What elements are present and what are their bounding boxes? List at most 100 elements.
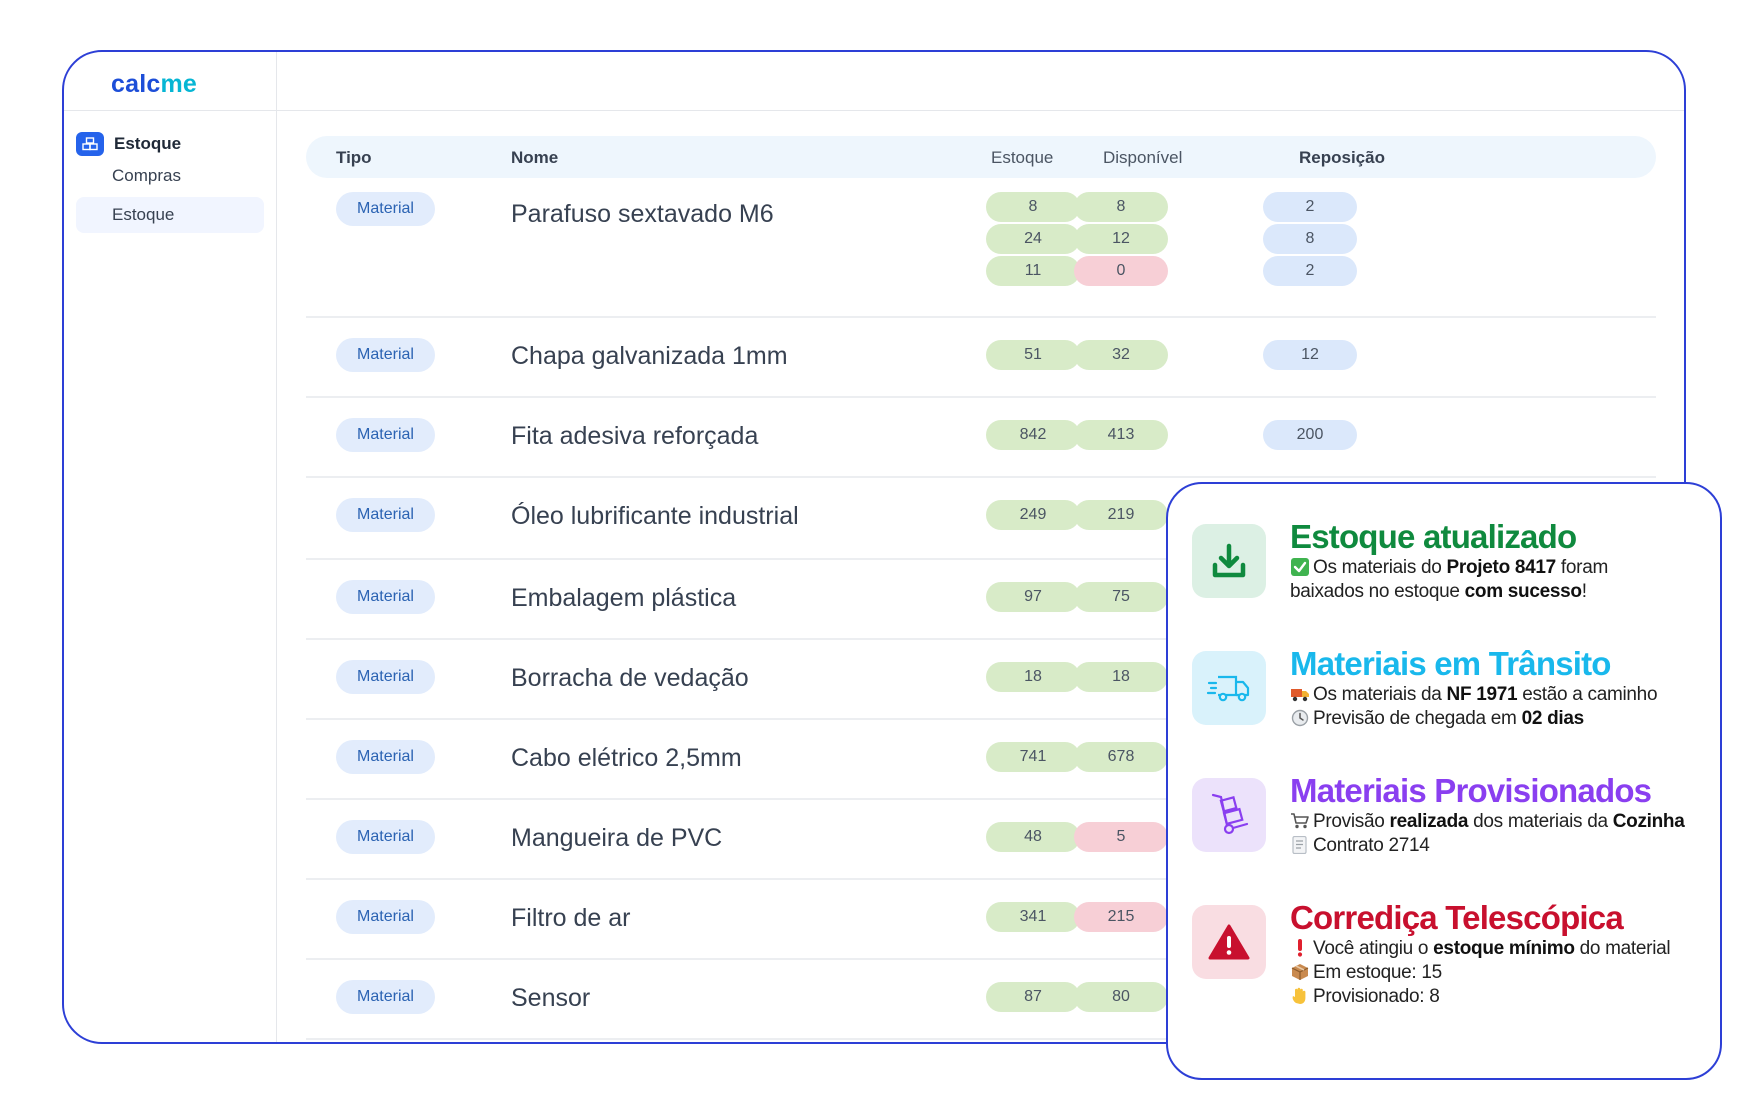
material-name[interactable]: Cabo elétrico 2,5mm [511,744,742,773]
download-icon [1192,524,1266,598]
hand-icon [1290,986,1313,1007]
disponivel-value: 80 [1074,982,1168,1012]
disponivel-value: 18 [1074,662,1168,692]
notification-text: do material [1574,938,1671,959]
column-header-nome[interactable]: Nome [511,148,558,168]
disponivel-value: 215 [1074,902,1168,932]
notification-line: Em estoque: 15 [1290,961,1720,985]
highlight-text: NF 1971 [1446,684,1518,705]
column-header-disponivel[interactable]: Disponível [1103,148,1182,168]
notification-line: Previsão de chegada em 02 dias [1290,707,1720,731]
estoque-value: 8 [986,192,1080,222]
notification-title: Estoque atualizado [1290,518,1577,555]
highlight-text: estoque mínimo [1433,938,1575,959]
material-name[interactable]: Parafuso sextavado M6 [511,200,774,229]
notification-line: Você atingiu o estoque mínimo do materia… [1290,937,1720,961]
column-header-estoque[interactable]: Estoque [991,148,1053,168]
estoque-value: 97 [986,582,1080,612]
tipo-badge: Material [336,900,435,934]
material-name[interactable]: Óleo lubrificante industrial [511,502,799,531]
sidebar-divider [64,110,276,111]
material-name[interactable]: Chapa galvanizada 1mm [511,342,788,371]
notification-line: baixados no estoque com sucesso! [1290,580,1720,604]
disponivel-value: 8 [1074,192,1168,222]
notification-text: Os materiais da [1313,684,1447,705]
notifications-panel: Estoque atualizado Os materiais do Projet… [1166,482,1722,1080]
estoque-value: 741 [986,742,1080,772]
tipo-badge: Material [336,192,435,226]
highlight-text: realizada [1389,811,1469,832]
estoque-value: 24 [986,224,1080,254]
disponivel-value: 32 [1074,340,1168,370]
disponivel-value: 75 [1074,582,1168,612]
material-name[interactable]: Sensor [511,984,590,1013]
reposicao-value: 2 [1263,192,1357,222]
material-name[interactable]: Embalagem plástica [511,584,736,613]
sidebar-group-label: Estoque [114,134,182,153]
notification-text: ! [1581,581,1587,602]
truck-icon [1192,651,1266,725]
notification-text: Contrato 2714 [1313,835,1430,856]
sidebar-item-estoque[interactable]: Estoque [76,197,264,233]
notification-line: Contrato 2714 [1290,834,1720,858]
highlight-text: Cozinha [1612,811,1685,832]
sidebar-item-compras[interactable]: Compras [76,158,264,194]
notification-line: Provisionado: 8 [1290,985,1720,1009]
reposicao-value: 8 [1263,224,1357,254]
notification-line: Os materiais da NF 1971 estão a caminho [1290,683,1720,707]
estoque-value: 11 [986,256,1080,286]
boxes-icon [76,132,104,156]
notification-text: dos materiais da [1468,811,1613,832]
table-row[interactable]: Material Chapa galvanizada 1mm 51 32 12 [306,318,1656,398]
highlight-text: com sucesso [1464,581,1582,602]
estoque-value: 87 [986,982,1080,1012]
column-header-reposicao[interactable]: Reposição [1299,148,1385,168]
notification-text: Provisão [1313,811,1390,832]
sidebar-group-estoque[interactable]: Estoque [76,132,181,156]
tipo-badge: Material [336,418,435,452]
highlight-text: 02 dias [1521,708,1585,729]
material-name[interactable]: Filtro de ar [511,904,630,933]
material-name[interactable]: Borracha de vedação [511,664,749,693]
material-name[interactable]: Fita adesiva reforçada [511,422,758,451]
hand-truck-icon [1192,778,1266,852]
estoque-value: 249 [986,500,1080,530]
logo[interactable]: calcme [111,70,197,99]
estoque-value: 842 [986,420,1080,450]
tipo-badge: Material [336,740,435,774]
warning-icon [1192,905,1266,979]
estoque-value: 48 [986,822,1080,852]
notification-text: Em estoque: 15 [1313,962,1442,983]
table-row[interactable]: Material Parafuso sextavado M6 8 24 11 8 12 0 2 8… [306,182,1656,318]
check-icon [1290,557,1313,578]
package-icon [1290,962,1313,983]
notification-title: Corrediça Telescópica [1290,899,1624,936]
material-name[interactable]: Mangueira de PVC [511,824,722,853]
notification-text: Previsão de chegada em [1313,708,1522,729]
highlight-text: Projeto 8417 [1446,557,1557,578]
tipo-badge: Material [336,820,435,854]
notification-text: Provisionado: 8 [1313,986,1440,1007]
document-icon [1290,835,1313,856]
notification-text: estão a caminho [1517,684,1658,705]
notification-title: Materiais Provisionados [1290,772,1652,809]
disponivel-value: 678 [1074,742,1168,772]
disponivel-value: 0 [1074,256,1168,286]
notification-text: Os materiais do [1313,557,1447,578]
header-divider [277,110,1684,111]
notification-title: Materiais em Trânsito [1290,645,1611,682]
delivery-truck-icon [1290,684,1313,705]
estoque-value: 18 [986,662,1080,692]
sidebar: calcme Estoque Compras Estoque [64,52,277,1042]
estoque-value: 51 [986,340,1080,370]
disponivel-value: 219 [1074,500,1168,530]
disponivel-value: 413 [1074,420,1168,450]
notification-text: Você atingiu o [1313,938,1434,959]
table-row[interactable]: Material Fita adesiva reforçada 842 413 200 [306,398,1656,478]
tipo-badge: Material [336,980,435,1014]
estoque-value: 341 [986,902,1080,932]
column-header-tipo[interactable]: Tipo [336,148,372,168]
tipo-badge: Material [336,498,435,532]
disponivel-value: 12 [1074,224,1168,254]
notification-text: foram [1555,557,1608,578]
